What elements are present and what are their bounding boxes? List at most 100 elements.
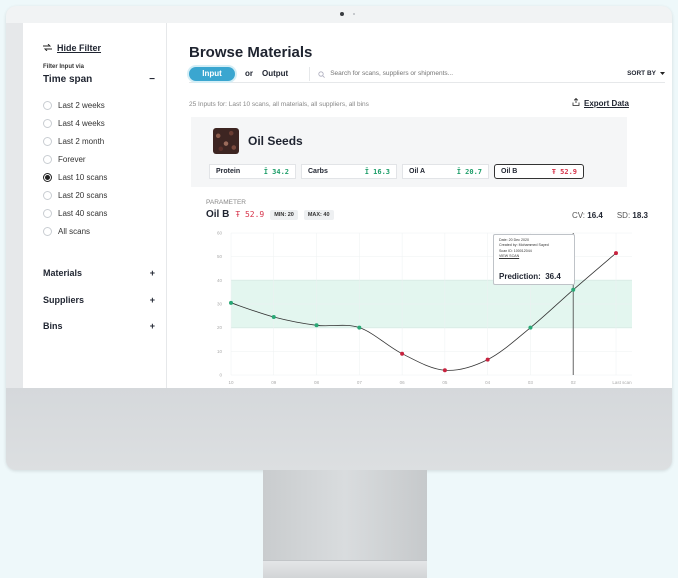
filter-input-via-label: Filter Input via (43, 64, 85, 70)
x-tick-label: 02 (571, 380, 577, 385)
monitor-chin (6, 388, 672, 470)
search-icon (318, 65, 326, 83)
expand-icon[interactable]: + (150, 295, 155, 305)
x-tick-label: 10 (228, 380, 234, 385)
y-tick-label: 20 (217, 325, 223, 330)
parameter-label: PARAMETER (206, 199, 246, 206)
collapse-icon[interactable]: − (149, 74, 155, 85)
radio-button[interactable] (43, 100, 52, 110)
radio-button[interactable] (43, 172, 52, 182)
x-tick-label: 06 (400, 380, 406, 385)
section-materials[interactable]: Materials + (43, 268, 155, 278)
view-scan-link[interactable]: VIEW SCAN (499, 254, 569, 259)
output-toggle-button[interactable]: Output (262, 69, 288, 78)
y-tick-label: 0 (219, 373, 222, 378)
time-span-header[interactable]: Time span − (43, 74, 155, 85)
browse-toolbar: Input or Output SORT BY (189, 65, 665, 83)
scan-tooltip: Date: 20 Dec 2020 Created by: Mohammed S… (493, 234, 575, 285)
y-tick-label: 30 (217, 302, 223, 307)
data-point (571, 287, 576, 292)
radio-button[interactable] (43, 154, 52, 164)
monitor: Hide Filter Filter Input via Time span −… (6, 6, 672, 470)
time-span-option[interactable]: Last 2 weeks (43, 96, 107, 114)
x-tick-label: 05 (442, 380, 448, 385)
x-tick-label: 03 (528, 380, 534, 385)
y-tick-label: 10 (217, 349, 223, 354)
time-span-option[interactable]: Last 10 scans (43, 168, 107, 186)
sort-by-dropdown[interactable]: SORT BY (627, 70, 665, 77)
input-toggle-button[interactable]: Input (189, 66, 235, 81)
caret-down-icon (660, 70, 665, 77)
section-title: Bins (43, 321, 63, 331)
time-span-option[interactable]: Forever (43, 150, 107, 168)
nutrient-name: Oil B (501, 168, 518, 175)
section-title: Materials (43, 268, 83, 278)
y-tick-label: 50 (217, 254, 223, 259)
export-data-label: Export Data (584, 98, 629, 108)
max-chip: MAX: 40 (303, 209, 334, 220)
parameter-row: Oil B Ŧ 52.9 MIN: 20 MAX: 40 (206, 209, 334, 220)
nutrient-value: Ī 20.7 (456, 167, 482, 176)
radio-button[interactable] (43, 118, 52, 128)
x-tick-label: Last scan (612, 380, 632, 385)
radio-label: Last 4 weeks (58, 118, 105, 128)
x-tick-label: 07 (357, 380, 363, 385)
radio-button[interactable] (43, 226, 52, 236)
oil-seeds-thumbnail (213, 128, 239, 154)
section-bins[interactable]: Bins + (43, 321, 155, 331)
expand-icon[interactable]: + (150, 321, 155, 331)
time-span-options: Last 2 weeks Last 4 weeks Last 2 month Fore… (43, 96, 107, 240)
filter-sidebar: Hide Filter Filter Input via Time span −… (23, 23, 167, 388)
sort-by-label: SORT BY (627, 70, 656, 77)
radio-button[interactable] (43, 136, 52, 146)
radio-button[interactable] (43, 190, 52, 200)
radio-label: Last 20 scans (58, 190, 108, 200)
hide-filter-label: Hide Filter (57, 43, 102, 53)
export-data-button[interactable]: Export Data (572, 97, 629, 108)
time-span-option[interactable]: Last 2 month (43, 132, 107, 150)
search-input[interactable] (330, 70, 591, 77)
nutrient-tab-oil-a[interactable]: Oil A Ī 20.7 (402, 164, 489, 179)
section-title: Suppliers (43, 295, 85, 305)
radio-label: Last 40 scans (58, 208, 108, 218)
radio-label: Last 10 scans (58, 172, 108, 182)
nutrient-name: Carbs (308, 168, 328, 175)
radio-label: Forever (58, 154, 86, 164)
min-chip: MIN: 20 (270, 209, 298, 220)
time-span-option[interactable]: Last 20 scans (43, 186, 107, 204)
or-label: or (245, 69, 253, 78)
nutrient-tab-oil-b[interactable]: Oil B Ŧ 52.9 (494, 164, 584, 179)
hide-filter-button[interactable]: Hide Filter (43, 43, 101, 53)
expand-icon[interactable]: + (150, 268, 155, 278)
y-tick-label: 40 (217, 278, 223, 283)
parameter-value: Ŧ 52.9 (235, 210, 265, 219)
nutrient-name: Protein (216, 168, 241, 175)
time-span-option[interactable]: Last 4 weeks (43, 114, 107, 132)
camera-dot (340, 12, 344, 16)
time-span-title: Time span (43, 74, 93, 85)
nutrient-tabs: Protein Ī 34.2 Carbs Ī 16.3 Oil A Ī 20.7… (209, 164, 584, 179)
camera-sensor (353, 13, 355, 15)
results-summary: 25 Inputs for: Last 10 scans, all materi… (189, 101, 369, 108)
nutrient-tab-protein[interactable]: Protein Ī 34.2 (209, 164, 296, 179)
data-point (528, 325, 533, 330)
material-card[interactable]: Oil Seeds Protein Ī 34.2 Carbs Ī 16.3 Oi… (191, 117, 627, 187)
page-title: Browse Materials (189, 44, 313, 61)
x-tick-label: 04 (485, 380, 491, 385)
data-point (400, 351, 405, 356)
radio-label: Last 2 weeks (58, 100, 105, 110)
data-point (614, 251, 618, 256)
monitor-stand-base (263, 560, 427, 578)
time-span-option[interactable]: All scans (43, 222, 107, 240)
data-point (357, 325, 362, 330)
radio-button[interactable] (43, 208, 52, 218)
radio-label: All scans (58, 226, 91, 236)
y-tick-label: 60 (217, 231, 223, 236)
filter-toggle-icon (43, 43, 52, 53)
x-tick-label: 09 (271, 380, 277, 385)
sd-stat: SD: 18.3 (616, 211, 648, 220)
search-box (309, 65, 627, 83)
time-span-option[interactable]: Last 40 scans (43, 204, 107, 222)
nutrient-tab-carbs[interactable]: Carbs Ī 16.3 (301, 164, 397, 179)
section-suppliers[interactable]: Suppliers + (43, 295, 155, 305)
